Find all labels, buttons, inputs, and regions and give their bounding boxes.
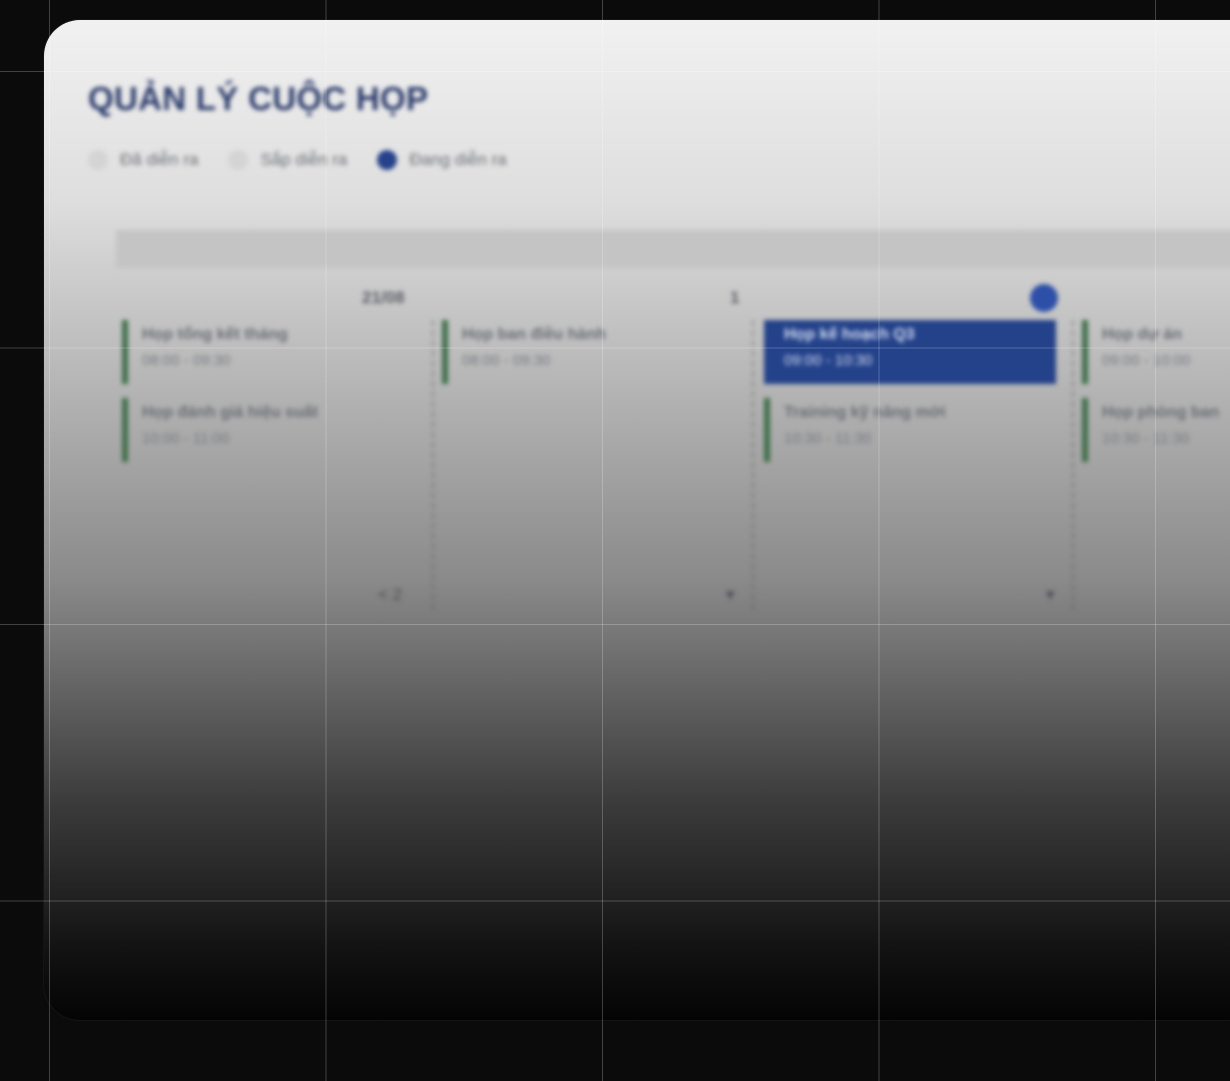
today-marker-icon (1030, 284, 1058, 312)
legend-item-past[interactable]: Đã diễn ra (88, 150, 198, 170)
meeting-time: 09:00 - 10:00 (1102, 352, 1191, 369)
meeting-time: 09:00 - 10:30 (784, 352, 873, 369)
meeting-name: Họp đánh giá hiệu suất (142, 404, 319, 421)
meeting-event[interactable]: Họp đánh giá hiệu suất 10:00 - 11:00 (122, 398, 382, 462)
meeting-time: 08:00 - 09:30 (142, 352, 231, 369)
meeting-name: Họp ban điều hành (462, 326, 606, 343)
meeting-time: 10:30 - 11:30 (1102, 430, 1190, 447)
meeting-event[interactable]: Họp dự án 09:00 - 10:00 (1082, 320, 1230, 384)
legend-item-upcoming[interactable]: Sắp diễn ra (228, 150, 347, 170)
calendar-header-strip (116, 230, 1230, 268)
column-divider (1072, 320, 1074, 610)
status-legend: Đã diễn ra Sắp diễn ra Đang diễn ra (88, 150, 507, 170)
app-window: QUẢN LÝ CUỘC HỌP Đã diễn ra Sắp diễn ra … (44, 20, 1230, 1020)
meeting-time: 10:30 - 11:30 (784, 430, 872, 447)
column-footer-icon[interactable]: ▾ (726, 585, 735, 605)
legend-swatch-icon (228, 150, 249, 170)
meeting-calendar-view: QUẢN LÝ CUỘC HỌP Đã diễn ra Sắp diễn ra … (44, 20, 1230, 1020)
meeting-event[interactable]: Họp phòng ban 10:30 - 11:30 (1082, 398, 1230, 462)
column-divider (432, 320, 434, 610)
meeting-event[interactable]: Họp tổng kết tháng 08:00 - 09:30 (122, 320, 382, 384)
meeting-time: 08:00 - 09:30 (462, 352, 551, 369)
meeting-event-selected[interactable]: Họp kế hoạch Q3 09:00 - 10:30 (764, 320, 1056, 384)
meeting-name: Họp kế hoạch Q3 (784, 326, 915, 343)
column-date-label: 1 (730, 288, 740, 307)
page-title: QUẢN LÝ CUỘC HỌP (88, 80, 429, 117)
legend-swatch-icon (377, 150, 398, 170)
legend-item-ongoing[interactable]: Đang diễn ra (377, 150, 507, 170)
column-date-label: 21/08 (362, 288, 405, 307)
legend-label: Đã diễn ra (120, 150, 199, 169)
meeting-event[interactable]: Training kỹ năng mới 10:30 - 11:30 (764, 398, 1056, 462)
legend-label: Đang diễn ra (409, 150, 507, 169)
meeting-name: Họp tổng kết tháng (142, 326, 288, 343)
meeting-name: Họp phòng ban (1102, 404, 1220, 421)
legend-swatch-icon (88, 150, 108, 170)
meeting-time: 10:00 - 11:00 (142, 430, 230, 447)
meeting-name: Training kỹ năng mới (784, 404, 946, 421)
column-footer-label: < 2 (378, 585, 403, 604)
meeting-name: Họp dự án (1102, 326, 1183, 343)
meeting-event[interactable]: Họp ban điều hành 08:00 - 09:30 (442, 320, 702, 384)
column-footer-icon[interactable]: ▾ (1046, 585, 1055, 605)
column-divider (752, 320, 754, 610)
legend-label: Sắp diễn ra (260, 150, 348, 169)
